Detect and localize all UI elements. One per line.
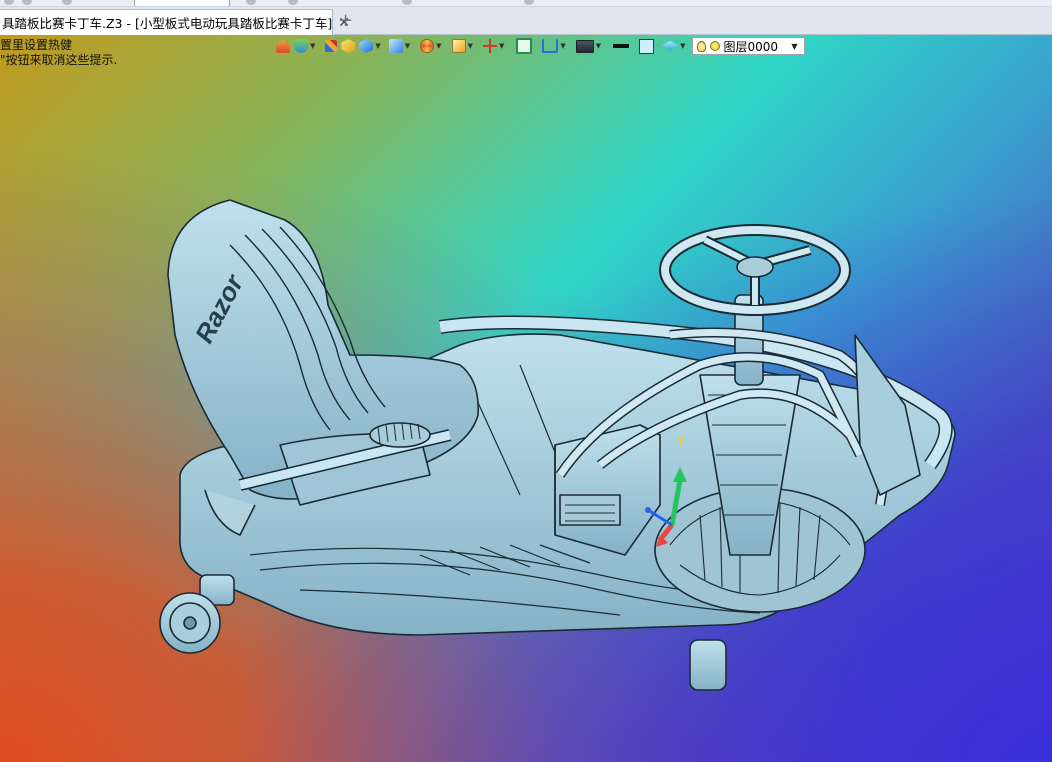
undo-icon[interactable] xyxy=(62,0,72,5)
chevron-down-icon: ▼ xyxy=(436,41,442,50)
shaded-cube-icon xyxy=(341,39,356,53)
render-button[interactable]: ▼ xyxy=(420,36,442,56)
save-icon[interactable] xyxy=(4,0,14,5)
view-toolbar: ▼ ▼ ▼ ▼ ▼ ▼ ▼ ▼ ▼ 图层0000 ▼ xyxy=(276,35,805,57)
new-tab-button[interactable]: + xyxy=(338,11,353,31)
axis-icon xyxy=(482,39,497,53)
settings-icon[interactable] xyxy=(402,0,412,5)
view-cube-icon xyxy=(388,39,403,53)
quick-access-toolbar xyxy=(0,0,1052,7)
document-tab-bar: 具踏板比赛卡丁车.Z3 - [小型板式电动玩具踏板比赛卡丁车] ✕ + xyxy=(0,7,1052,35)
chevron-down-icon: ▼ xyxy=(595,41,602,50)
chevron-down-icon: ▼ xyxy=(560,41,566,50)
document-tab[interactable]: 具踏板比赛卡丁车.Z3 - [小型板式电动玩具踏板比赛卡丁车] ✕ xyxy=(0,9,350,35)
chevron-down-icon: ▼ xyxy=(791,41,798,51)
flask-display-icon xyxy=(294,39,308,53)
chevron-down-icon: ▼ xyxy=(467,41,473,50)
display-mode-button[interactable]: ▼ xyxy=(294,36,315,56)
wheel-icon xyxy=(420,39,435,53)
home-view-button[interactable] xyxy=(276,36,290,56)
sketch-button[interactable] xyxy=(325,36,338,56)
axis-y-label: Y xyxy=(676,432,686,448)
line-style-icon xyxy=(613,44,630,48)
hint-line-2: "按钮来取消这些提示. xyxy=(0,53,118,67)
fill-color-icon xyxy=(639,38,655,54)
layer-name: 图层0000 xyxy=(723,39,779,54)
home-view-icon xyxy=(276,39,290,53)
zoom-view-button[interactable]: ▼ xyxy=(451,36,473,56)
chevron-down-icon: ▼ xyxy=(404,41,411,50)
steering-wheel xyxy=(659,224,851,316)
screen-icon xyxy=(575,39,594,53)
layers-icon xyxy=(662,41,679,51)
line-style-button[interactable] xyxy=(613,36,630,56)
help-icon[interactable] xyxy=(524,0,534,5)
zoom-view-icon xyxy=(451,39,466,53)
go-kart-model[interactable]: Razor Y xyxy=(0,35,1052,762)
view-orientation-button[interactable]: ▼ xyxy=(388,36,411,56)
chevron-down-icon: ▼ xyxy=(680,41,686,50)
open-icon[interactable] xyxy=(22,0,32,5)
fill-color-button[interactable] xyxy=(639,36,655,56)
redo-icon[interactable] xyxy=(246,0,256,5)
quick-select-dropdown[interactable] xyxy=(134,0,230,6)
rear-caster-wheel xyxy=(159,574,235,654)
cube-view-button[interactable]: ▼ xyxy=(359,36,381,56)
hint-text: 置里设置热健 "按钮来取消这些提示. xyxy=(0,38,117,68)
layers-button[interactable]: ▼ xyxy=(662,36,686,56)
layer-select[interactable]: 图层0000 ▼ xyxy=(691,37,805,55)
split-view-button[interactable]: ▼ xyxy=(542,36,566,56)
document-tab-title: 具踏板比赛卡丁车.Z3 - [小型板式电动玩具踏板比赛卡丁车] xyxy=(2,16,333,31)
frame-icon xyxy=(516,38,533,54)
lightbulb-icon[interactable] xyxy=(696,40,706,52)
hint-line-1: 置里设置热健 xyxy=(0,38,73,52)
split-view-icon xyxy=(542,39,559,53)
screen-button[interactable]: ▼ xyxy=(575,36,602,56)
layer-color-icon xyxy=(709,41,720,51)
cube-view-icon xyxy=(359,39,374,53)
front-post xyxy=(689,639,727,691)
chevron-down-icon: ▼ xyxy=(310,41,316,50)
chevron-down-icon: ▼ xyxy=(498,41,505,50)
frame-button[interactable] xyxy=(516,36,533,56)
chevron-down-icon: ▼ xyxy=(375,41,381,50)
axis-button[interactable]: ▼ xyxy=(482,36,505,56)
shaded-button[interactable] xyxy=(341,36,356,56)
pen-sketch-icon xyxy=(325,40,338,52)
tool-icon[interactable] xyxy=(288,0,298,5)
